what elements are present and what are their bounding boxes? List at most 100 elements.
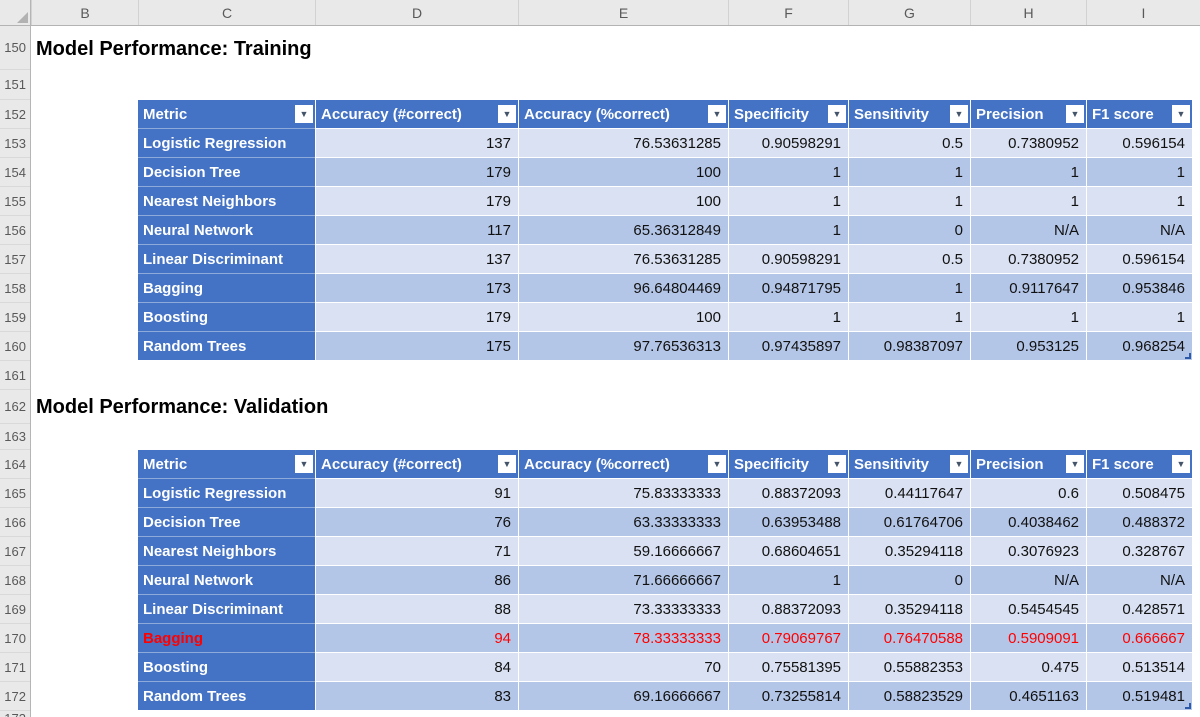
value-cell[interactable]: 0.63953488 [728,507,848,536]
filter-dropdown-button[interactable]: ▼ [1172,105,1190,123]
value-cell[interactable]: 0.4651163 [970,681,1086,710]
value-cell[interactable]: 88 [315,594,518,623]
value-cell[interactable]: 0.68604651 [728,536,848,565]
value-cell[interactable]: 1 [728,157,848,186]
value-cell[interactable]: 70 [518,652,728,681]
header-cell-accuracy-count[interactable]: Accuracy (#correct)▼ [315,100,518,128]
filter-dropdown-button[interactable]: ▼ [1066,105,1084,123]
column-header-b[interactable]: B [31,0,138,25]
value-cell[interactable]: 0.9117647 [970,273,1086,302]
metric-cell[interactable]: Bagging [138,623,315,652]
value-cell[interactable]: 0.508475 [1086,478,1192,507]
value-cell[interactable]: 0.3076923 [970,536,1086,565]
value-cell[interactable]: 73.33333333 [518,594,728,623]
value-cell[interactable]: 75.83333333 [518,478,728,507]
row-header-161[interactable]: 161 [0,361,30,390]
value-cell[interactable]: 86 [315,565,518,594]
value-cell[interactable]: 0.88372093 [728,594,848,623]
value-cell[interactable]: 0.73255814 [728,681,848,710]
metric-cell[interactable]: Linear Discriminant [138,594,315,623]
value-cell[interactable]: 83 [315,681,518,710]
row-header-151[interactable]: 151 [0,70,30,100]
value-cell[interactable]: 0.666667 [1086,623,1192,652]
row-header-160[interactable]: 160 [0,332,30,361]
metric-cell[interactable]: Nearest Neighbors [138,536,315,565]
value-cell[interactable]: 0.5909091 [970,623,1086,652]
header-cell-accuracy-pct[interactable]: Accuracy (%correct)▼ [518,100,728,128]
metric-cell[interactable]: Random Trees [138,331,315,360]
header-cell-sensitivity[interactable]: Sensitivity▼ [848,100,970,128]
filter-dropdown-button[interactable]: ▼ [828,105,846,123]
value-cell[interactable]: 1 [728,302,848,331]
filter-dropdown-button[interactable]: ▼ [950,105,968,123]
header-cell-specificity[interactable]: Specificity▼ [728,100,848,128]
value-cell[interactable]: 71 [315,536,518,565]
value-cell[interactable]: 0 [848,215,970,244]
row-header-156[interactable]: 156 [0,216,30,245]
metric-cell[interactable]: Decision Tree [138,507,315,536]
metric-cell[interactable]: Nearest Neighbors [138,186,315,215]
value-cell[interactable]: 0.58823529 [848,681,970,710]
value-cell[interactable]: 1 [728,215,848,244]
row-header-172[interactable]: 172 [0,682,30,711]
value-cell[interactable]: 0.428571 [1086,594,1192,623]
header-cell-accuracy-pct[interactable]: Accuracy (%correct)▼ [518,450,728,478]
value-cell[interactable]: 76.53631285 [518,244,728,273]
value-cell[interactable]: 0.79069767 [728,623,848,652]
value-cell[interactable]: 97.76536313 [518,331,728,360]
row-header-154[interactable]: 154 [0,158,30,187]
row-header-150[interactable]: 150 [0,26,30,70]
header-cell-precision[interactable]: Precision▼ [970,450,1086,478]
value-cell[interactable]: 0.596154 [1086,244,1192,273]
value-cell[interactable]: 59.16666667 [518,536,728,565]
value-cell[interactable]: 100 [518,186,728,215]
column-header-i[interactable]: I [1086,0,1200,25]
value-cell[interactable]: 179 [315,302,518,331]
metric-cell[interactable]: Neural Network [138,565,315,594]
filter-dropdown-button[interactable]: ▼ [708,105,726,123]
row-header-153[interactable]: 153 [0,129,30,158]
value-cell[interactable]: 0.519481 [1086,681,1192,710]
value-cell[interactable]: 0.75581395 [728,652,848,681]
value-cell[interactable]: 1 [848,186,970,215]
filter-dropdown-button[interactable]: ▼ [1172,455,1190,473]
header-cell-metric[interactable]: Metric▼ [138,450,315,478]
column-header-d[interactable]: D [315,0,518,25]
value-cell[interactable]: 137 [315,244,518,273]
value-cell[interactable]: 94 [315,623,518,652]
value-cell[interactable]: 100 [518,302,728,331]
value-cell[interactable]: 1 [848,157,970,186]
header-cell-metric[interactable]: Metric▼ [138,100,315,128]
row-header-162[interactable]: 162 [0,390,30,424]
header-cell-f1[interactable]: F1 score▼ [1086,100,1192,128]
value-cell[interactable]: 0.7380952 [970,244,1086,273]
row-header-171[interactable]: 171 [0,653,30,682]
value-cell[interactable]: 1 [848,273,970,302]
value-cell[interactable]: 0.5 [848,128,970,157]
column-header-e[interactable]: E [518,0,728,25]
value-cell[interactable]: 0.5 [848,244,970,273]
table-resize-handle[interactable] [1185,703,1191,709]
value-cell[interactable]: 0.88372093 [728,478,848,507]
metric-cell[interactable]: Boosting [138,302,315,331]
value-cell[interactable]: 65.36312849 [518,215,728,244]
row-header-158[interactable]: 158 [0,274,30,303]
value-cell[interactable]: 0.35294118 [848,536,970,565]
value-cell[interactable]: 0 [848,565,970,594]
column-header-h[interactable]: H [970,0,1086,25]
value-cell[interactable]: 0.5454545 [970,594,1086,623]
header-cell-f1[interactable]: F1 score▼ [1086,450,1192,478]
value-cell[interactable]: 76.53631285 [518,128,728,157]
value-cell[interactable]: 0.328767 [1086,536,1192,565]
value-cell[interactable]: 173 [315,273,518,302]
value-cell[interactable]: 1 [848,302,970,331]
row-header-157[interactable]: 157 [0,245,30,274]
value-cell[interactable]: 84 [315,652,518,681]
row-header-166[interactable]: 166 [0,508,30,537]
row-header-169[interactable]: 169 [0,595,30,624]
value-cell[interactable]: 0.968254 [1086,331,1192,360]
value-cell[interactable]: 179 [315,186,518,215]
value-cell[interactable]: N/A [1086,565,1192,594]
row-header-155[interactable]: 155 [0,187,30,216]
value-cell[interactable]: 179 [315,157,518,186]
